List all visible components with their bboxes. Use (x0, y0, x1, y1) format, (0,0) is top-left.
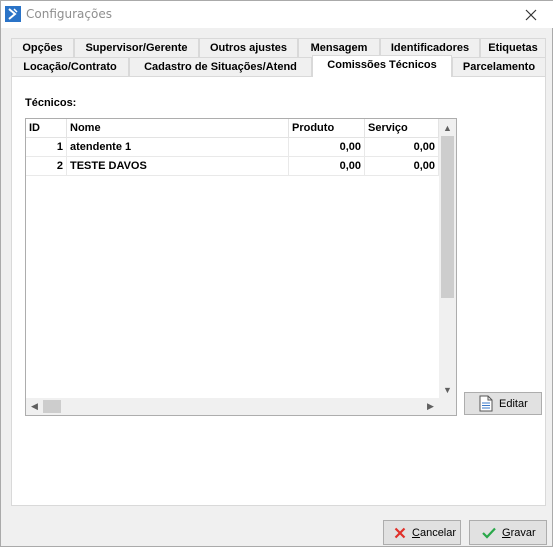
tecnicos-label: Técnicos: (25, 97, 77, 109)
app-icon (5, 6, 21, 22)
cell-produto: 0,00 (289, 138, 365, 157)
document-edit-icon (479, 395, 493, 412)
cell-id: 1 (26, 138, 67, 157)
col-nome-header[interactable]: Nome (67, 119, 289, 138)
cell-id: 2 (26, 157, 67, 176)
tab-opcoes[interactable]: Opções (11, 38, 74, 58)
col-id-header[interactable]: ID (26, 119, 67, 138)
cell-servico: 0,00 (365, 157, 439, 176)
cancelar-label: Cancelar (412, 526, 457, 539)
checkmark-icon (482, 527, 496, 539)
title-bar: Configurações (1, 1, 553, 28)
horizontal-scroll-thumb[interactable] (43, 400, 61, 413)
close-icon (525, 9, 537, 20)
cell-servico: 0,00 (365, 138, 439, 157)
configuracoes-window: Configurações Opções Supervisor/Gerente … (0, 0, 553, 547)
gravar-label: Gravar (502, 526, 536, 539)
vertical-scroll-thumb[interactable] (441, 136, 454, 298)
cancelar-button[interactable]: Cancelar (383, 520, 461, 545)
scroll-corner (439, 398, 456, 415)
editar-button[interactable]: Editar (464, 392, 542, 415)
tab-locacao-contrato[interactable]: Locação/Contrato (11, 57, 129, 77)
cell-nome: atendente 1 (67, 138, 289, 157)
horizontal-scrollbar[interactable]: ◀ ▶ (26, 398, 439, 415)
tecnicos-grid[interactable]: ID Nome Produto Serviço 1 atendente 1 0,… (25, 118, 457, 416)
editar-label: Editar (499, 397, 528, 410)
col-servico-header[interactable]: Serviço (365, 119, 439, 138)
window-title: Configurações (26, 7, 112, 21)
gravar-button[interactable]: Gravar (469, 520, 547, 545)
tab-parcelamento[interactable]: Parcelamento (452, 57, 546, 77)
cancel-x-icon (394, 527, 406, 538)
tab-panel-comissoes: Técnicos: ID Nome Produto Serviço 1 aten… (11, 76, 546, 506)
col-produto-header[interactable]: Produto (289, 119, 365, 138)
cell-produto: 0,00 (289, 157, 365, 176)
scroll-up-icon[interactable]: ▲ (439, 119, 456, 136)
tab-comissoes-tecnicos[interactable]: Comissões Técnicos (312, 55, 452, 77)
scroll-down-icon[interactable]: ▼ (439, 381, 456, 398)
grid-header: ID Nome Produto Serviço (26, 119, 439, 138)
cell-nome: TESTE DAVOS (67, 157, 289, 176)
table-row[interactable]: 2 TESTE DAVOS 0,00 0,00 (26, 157, 439, 176)
tab-etiquetas[interactable]: Etiquetas (480, 38, 546, 58)
close-button[interactable] (508, 1, 553, 28)
scroll-right-icon[interactable]: ▶ (422, 398, 439, 415)
scroll-left-icon[interactable]: ◀ (26, 398, 43, 415)
tab-outros-ajustes[interactable]: Outros ajustes (199, 38, 298, 58)
tab-supervisor-gerente[interactable]: Supervisor/Gerente (74, 38, 199, 58)
tab-cadastro-situacoes[interactable]: Cadastro de Situações/Atend (129, 57, 312, 77)
table-row[interactable]: 1 atendente 1 0,00 0,00 (26, 138, 439, 157)
vertical-scrollbar[interactable]: ▲ ▼ (439, 119, 456, 398)
